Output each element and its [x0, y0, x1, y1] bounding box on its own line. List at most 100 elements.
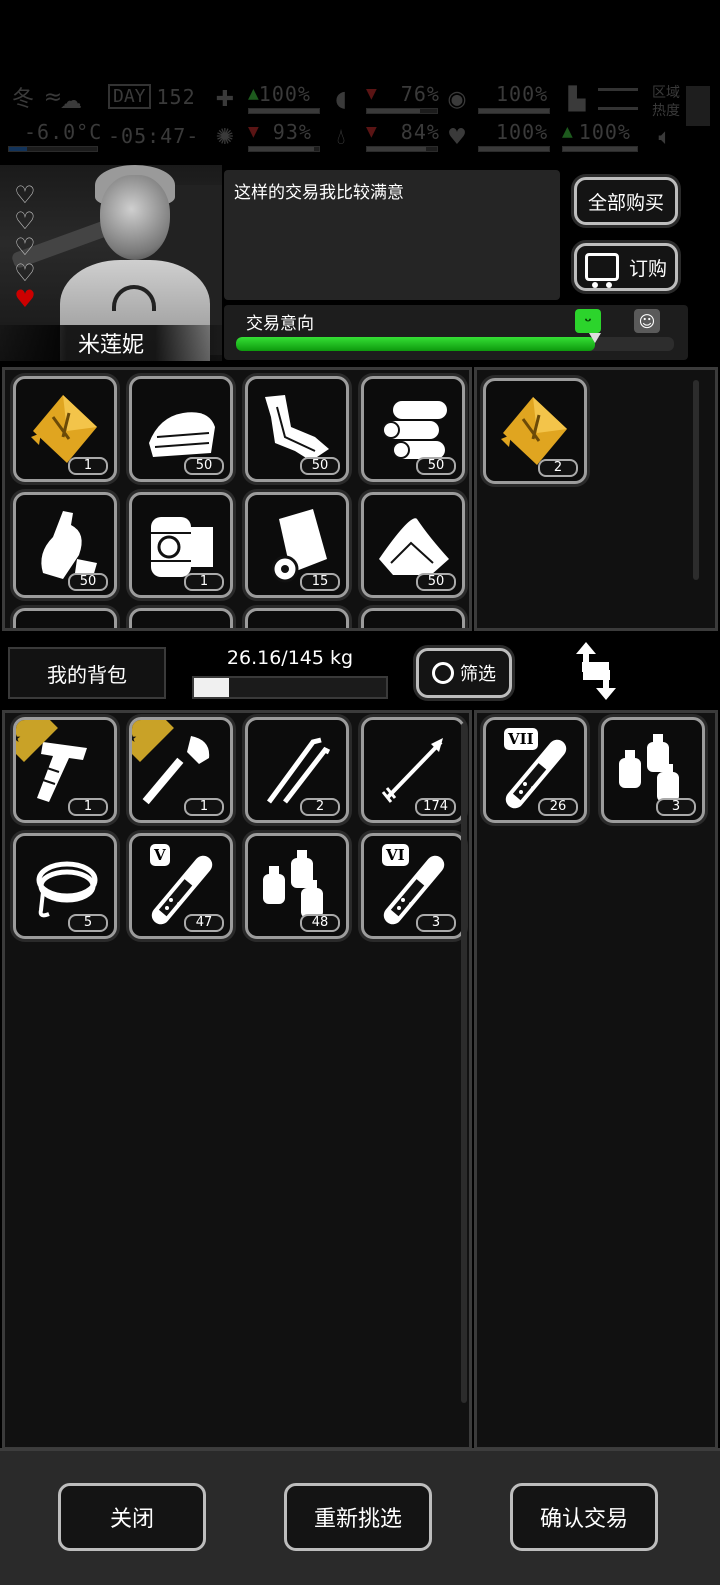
merchant-dialogue: 这样的交易我比较满意	[224, 170, 560, 300]
item-count: 3	[416, 914, 456, 932]
temperature-text: -6.0°C	[24, 120, 103, 144]
bag-offer-panel[interactable]: VII 26 3	[474, 710, 718, 1450]
intent-bar-fill	[236, 337, 596, 351]
item-count: 1	[184, 798, 224, 816]
water-bar	[366, 146, 438, 152]
buy-all-button[interactable]: 全部购买	[574, 177, 678, 225]
medical-pct: 100%	[258, 82, 311, 106]
item-slot[interactable]: ★ 1	[129, 717, 233, 823]
armor-pct: 100%	[496, 82, 549, 106]
day-label: DAY	[108, 84, 151, 109]
intent-marker	[589, 333, 602, 343]
leg-stat: ▲ 100%	[562, 120, 631, 144]
item-count: 50	[184, 457, 224, 475]
heart-icon: ♡	[14, 181, 36, 209]
item-slot[interactable]	[13, 608, 117, 628]
scrollbar[interactable]	[693, 380, 699, 580]
heart-icon: ♡	[14, 207, 36, 235]
speaker-icon[interactable]: 🔈︎	[650, 122, 680, 152]
item-slot[interactable]	[361, 608, 465, 628]
water-pct: 84%	[400, 120, 440, 144]
item-slot[interactable]: ★ 1	[13, 717, 117, 823]
bag-title: 我的背包	[8, 647, 166, 699]
armor-icon: ◉	[447, 86, 467, 112]
item-slot[interactable]: 5	[13, 833, 117, 939]
item-slot[interactable]: 1	[129, 492, 233, 598]
region-heat: 区域 热度	[652, 84, 680, 120]
item-slot[interactable]: 50	[129, 376, 233, 482]
item-count: 1	[68, 798, 108, 816]
filter-button[interactable]: 筛选	[416, 648, 512, 698]
cart-icon	[584, 253, 619, 288]
armor-bar	[478, 108, 550, 114]
food-bar	[366, 108, 438, 114]
item-count: 47	[184, 914, 224, 932]
item-slot[interactable]: 50	[361, 376, 465, 482]
intent-bar	[236, 337, 674, 351]
intent-label: 交易意向	[246, 314, 314, 334]
merchant-portrait: ♡ ♡ ♡ ♡ ♥ 米莲妮	[0, 165, 222, 361]
boot-icon: ▙	[568, 86, 586, 112]
item-count: 50	[416, 457, 456, 475]
item-slot[interactable]: 48	[245, 833, 349, 939]
scrollbar[interactable]	[461, 723, 467, 1403]
brain-icon: ✺	[215, 124, 235, 150]
water-drop-icon: 💧︎	[336, 124, 346, 150]
tier-badge: VI	[382, 844, 409, 866]
item-slot[interactable]: 2	[483, 378, 587, 484]
item-slot[interactable]	[245, 608, 349, 628]
food-pct: 76%	[400, 82, 440, 106]
heart-icon: ♡	[14, 259, 36, 287]
reselect-button[interactable]: 重新挑选	[284, 1483, 432, 1551]
medical-icon: ✚	[215, 86, 235, 112]
neutral-face-icon: ☺	[634, 309, 660, 333]
item-count: 50	[300, 457, 340, 475]
filter-label: 筛选	[460, 664, 496, 685]
leg-bar	[562, 146, 638, 152]
order-label: 订购	[628, 257, 667, 280]
item-count: 50	[416, 573, 456, 591]
item-slot[interactable]: V 47	[129, 833, 233, 939]
item-slot[interactable]: 50	[13, 492, 117, 598]
item-slot[interactable]	[129, 608, 233, 628]
favor-hearts: ♡ ♡ ♡ ♡ ♥	[12, 183, 40, 313]
item-count: 26	[538, 798, 578, 816]
clock-readout: -05:47-	[108, 124, 199, 148]
happy-face-icon: ᵕ	[575, 309, 601, 333]
status-hud: 冬 ≈ ☁ -6.0°C DAY 152 -05:47- ✚ ▲ 100% ◖ ▼…	[0, 80, 720, 160]
item-slot[interactable]: VI 3	[361, 833, 465, 939]
day-number: 152	[156, 84, 196, 109]
item-slot[interactable]: 1	[13, 376, 117, 482]
item-slot[interactable]: VII 26	[483, 717, 587, 823]
medical-bar	[248, 108, 320, 114]
tier-badge: V	[150, 844, 170, 866]
item-slot[interactable]: 50	[361, 492, 465, 598]
sanity-stat: ▼ 93%	[248, 120, 312, 144]
order-button[interactable]: 订购	[574, 243, 678, 291]
item-count: 2	[538, 459, 578, 477]
day-readout: DAY 152	[108, 84, 196, 109]
item-count: 2	[300, 798, 340, 816]
health-stat: 100%	[496, 120, 548, 144]
item-slot[interactable]: 3	[601, 717, 705, 823]
swap-icon[interactable]	[570, 640, 622, 702]
item-count: 1	[68, 457, 108, 475]
merchant-offer-panel[interactable]: 2	[474, 367, 718, 631]
item-slot[interactable]: 2	[245, 717, 349, 823]
food-icon: ◖	[335, 86, 347, 112]
health-bar	[478, 146, 550, 152]
merchant-stock-panel[interactable]: 1 50 50 50 50 1 15 50	[2, 367, 472, 631]
medical-stat: ▲ 100%	[248, 82, 311, 106]
heart-icon: ♥	[447, 124, 467, 150]
trade-intent: 交易意向 ᵕ ☺	[224, 305, 688, 360]
temperature-readout: -6.0°C	[24, 120, 102, 144]
armor-stat: 100%	[496, 82, 548, 106]
food-stat: ▼ 76%	[366, 82, 440, 106]
bag-panel[interactable]: ★ 1 ★ 1 2 174 5 V 47 48 VI 3	[2, 710, 472, 1450]
close-button[interactable]: 关闭	[58, 1483, 206, 1551]
item-slot[interactable]: 50	[245, 376, 349, 482]
item-slot[interactable]: 15	[245, 492, 349, 598]
heart-icon: ♡	[14, 233, 36, 261]
item-slot[interactable]: 174	[361, 717, 465, 823]
confirm-trade-button[interactable]: 确认交易	[510, 1483, 658, 1551]
